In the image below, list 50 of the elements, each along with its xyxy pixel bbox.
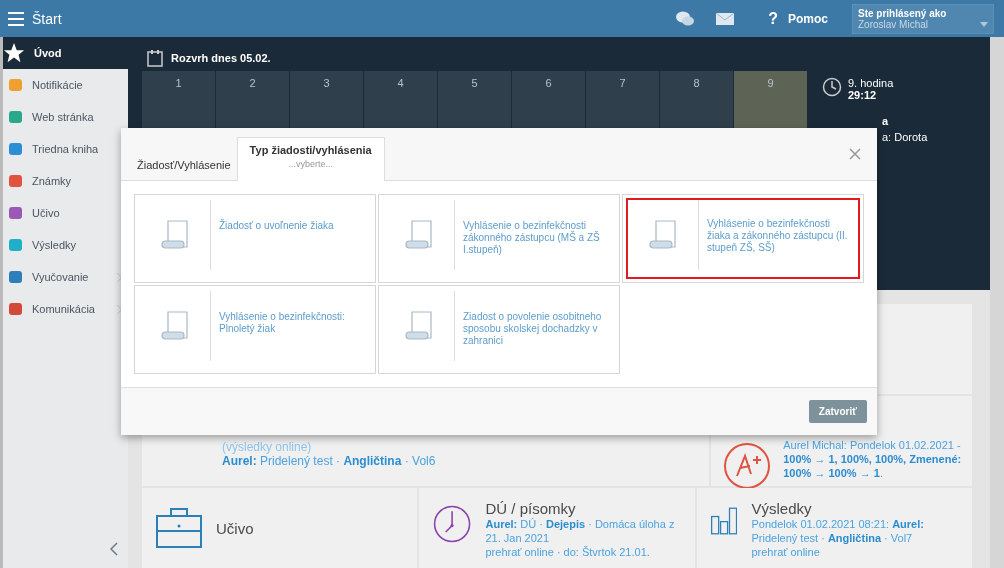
document-scroll-icon: [405, 311, 433, 341]
document-scroll-icon: [161, 220, 189, 250]
close-icon[interactable]: [849, 148, 861, 160]
caret-icon: [980, 21, 988, 27]
grades-info: Aurel Michal: Pondelok 01.02.2021 - 100% → 1, 100%, 100%, Zmenené: 100% → 100% → 1.: [783, 438, 963, 480]
document-scroll-icon: [405, 220, 433, 250]
current-period: 9. hodina: [848, 77, 894, 89]
menu-icon[interactable]: [8, 11, 24, 26]
document-scroll-icon: [649, 220, 677, 250]
sidebar-item[interactable]: Vyučovanie: [3, 261, 128, 293]
help-button[interactable]: ? Pomoc: [760, 9, 836, 28]
sidebar-item[interactable]: Výsledky: [3, 229, 128, 261]
menu-item-icon: [8, 142, 23, 156]
lesson-info: a: [882, 115, 890, 127]
scrollbar[interactable]: [990, 37, 1004, 568]
clock-icon: [822, 77, 842, 97]
menu-item-icon: [8, 174, 23, 188]
star-icon: [3, 42, 25, 64]
card-title: Výsledky: [751, 500, 813, 517]
card-title: Učivo: [216, 519, 254, 537]
sidebar-item[interactable]: Triedna kniha: [3, 133, 128, 165]
schedule-title: Rozvrh dnes 05.02.: [171, 52, 271, 64]
sidebar-item[interactable]: Notifikácie: [3, 69, 128, 101]
calendar-icon: [147, 49, 163, 67]
menu-item-icon: [8, 270, 23, 284]
page-title: Štart: [32, 10, 62, 27]
document-scroll-icon: [161, 311, 189, 341]
briefcase-icon: [156, 508, 202, 548]
user-dropdown[interactable]: Ste prihlásený ako Zoroslav Michal: [852, 3, 994, 34]
test-info: Aurel: Pridelený test · Angličtina · Vol6: [222, 454, 437, 468]
countdown: 29:12: [848, 89, 878, 101]
sidebar-item[interactable]: Učivo: [3, 197, 128, 229]
card-text: prehrať online: [751, 545, 821, 559]
sidebar-item[interactable]: Web stránka: [3, 101, 128, 133]
menu-item-icon: [8, 78, 23, 92]
grade-icon: [723, 442, 772, 490]
sidebar-item[interactable]: Známky: [3, 165, 128, 197]
chat-icon[interactable]: [676, 10, 695, 27]
teacher-info: a: Dorota: [882, 131, 928, 143]
sidebar-item[interactable]: Úvod: [3, 37, 128, 69]
menu-item-icon: [8, 302, 23, 316]
menu-item-icon: [8, 206, 23, 220]
menu-item-icon: [8, 110, 23, 124]
chevron-left-icon[interactable]: [110, 542, 118, 556]
menu-item-icon: [8, 238, 23, 252]
card-text: prehrať online · do: Štvrtok 21.01.: [485, 545, 651, 559]
card-title: DÚ / písomky: [485, 500, 577, 517]
dialog-tab[interactable]: Typ žiadosti/vyhlásenia ...vyberte...: [236, 137, 385, 181]
sidebar-item[interactable]: Komunikácia: [3, 293, 128, 325]
mail-icon[interactable]: [716, 12, 735, 25]
